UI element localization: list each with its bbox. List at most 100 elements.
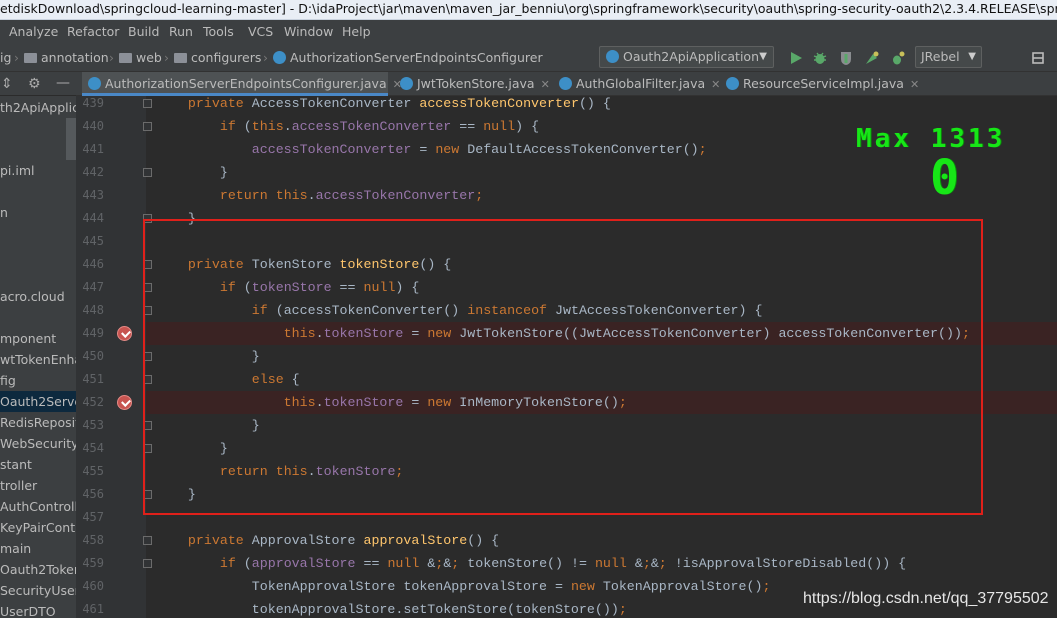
fold-marker-icon[interactable]	[143, 559, 152, 568]
fold-marker-icon[interactable]	[143, 260, 152, 269]
line-number[interactable]: 451	[78, 368, 104, 391]
tree-item[interactable]: WebSecurityC	[0, 433, 76, 454]
code-line[interactable]: private ApprovalStore approvalStore() {	[146, 529, 1057, 552]
menu-help[interactable]: Help	[342, 20, 371, 44]
menu-analyze[interactable]: Analyze	[9, 20, 58, 44]
breadcrumb-annotation[interactable]: annotation	[24, 44, 109, 72]
tree-item[interactable]: main	[0, 538, 76, 559]
tree-item[interactable]: pi.iml	[0, 160, 76, 181]
tree-item[interactable]: SecurityUser	[0, 580, 76, 601]
close-icon[interactable]: ✕	[711, 78, 720, 91]
line-number[interactable]: 456	[78, 483, 104, 506]
tree-item[interactable]: fig	[0, 370, 76, 391]
code-line[interactable]: else {	[146, 368, 1057, 391]
code-line[interactable]: private AccessTokenConverter accessToken…	[146, 92, 1057, 115]
fold-marker-icon[interactable]	[143, 490, 152, 499]
code-line[interactable]: }	[146, 414, 1057, 437]
fold-marker-icon[interactable]	[143, 214, 152, 223]
git-icon[interactable]	[1030, 50, 1046, 66]
tree-item[interactable]: AuthControlle	[0, 496, 76, 517]
line-number[interactable]: 447	[78, 276, 104, 299]
line-number[interactable]: 452	[78, 391, 104, 414]
code-line[interactable]: if (accessTokenConverter() instanceof Jw…	[146, 299, 1057, 322]
line-number[interactable]: 442	[78, 161, 104, 184]
close-icon[interactable]: ✕	[910, 78, 919, 91]
jrebel-select[interactable]: JRebel ▼	[915, 46, 982, 68]
run-icon[interactable]	[788, 50, 804, 66]
jrebel-run-icon[interactable]	[864, 50, 880, 66]
fold-marker-icon[interactable]	[143, 352, 152, 361]
line-number[interactable]: 458	[78, 529, 104, 552]
line-number[interactable]: 461	[78, 598, 104, 618]
jrebel-debug-icon[interactable]	[890, 50, 906, 66]
menu-window[interactable]: Window	[284, 20, 333, 44]
code-line[interactable]: if (tokenStore == null) {	[146, 276, 1057, 299]
menu-refactor[interactable]: Refactor	[67, 20, 119, 44]
code-line[interactable]: }	[146, 207, 1057, 230]
fold-marker-icon[interactable]	[143, 168, 152, 177]
breadcrumb-configurers[interactable]: configurers	[174, 44, 261, 72]
line-number[interactable]: 449	[78, 322, 104, 345]
code-line[interactable]: if (approvalStore == null &;&; tokenStor…	[146, 552, 1057, 575]
tree-item[interactable]: RedisReposito	[0, 412, 76, 433]
code-line[interactable]: }	[146, 161, 1057, 184]
line-number[interactable]: 440	[78, 115, 104, 138]
tree-item[interactable]: wtTokenEnha	[0, 349, 76, 370]
fold-marker-icon[interactable]	[143, 421, 152, 430]
tree-item[interactable]: mponent	[0, 328, 76, 349]
tree-item-selected[interactable]: Oauth2Server	[0, 391, 76, 412]
line-number[interactable]: 439	[78, 92, 104, 115]
code-line[interactable]: }	[146, 437, 1057, 460]
tree-item[interactable]: stant	[0, 454, 76, 475]
fold-marker-icon[interactable]	[143, 99, 152, 108]
code-line[interactable]	[146, 506, 1057, 529]
line-number[interactable]: 459	[78, 552, 104, 575]
fold-marker-icon[interactable]	[143, 375, 152, 384]
fold-marker-icon[interactable]	[143, 536, 152, 545]
tree-item[interactable]: UserDTO	[0, 601, 76, 618]
breadcrumb-web[interactable]: web	[119, 44, 162, 72]
fold-marker-icon[interactable]	[143, 122, 152, 131]
coverage-icon[interactable]	[838, 50, 854, 66]
code-line[interactable]: this.tokenStore = new InMemoryTokenStore…	[146, 391, 1057, 414]
line-number[interactable]: 443	[78, 184, 104, 207]
code-line[interactable]	[146, 230, 1057, 253]
line-number[interactable]: 446	[78, 253, 104, 276]
line-number[interactable]: 445	[78, 230, 104, 253]
fold-marker-icon[interactable]	[143, 283, 152, 292]
code-line[interactable]: this.tokenStore = new JwtTokenStore((Jwt…	[146, 322, 1057, 345]
code-line[interactable]: private TokenStore tokenStore() {	[146, 253, 1057, 276]
line-number[interactable]: 454	[78, 437, 104, 460]
collapse-arrows-icon[interactable]: ⇕	[1, 72, 13, 96]
tree-item[interactable]: Oauth2TokenE	[0, 559, 76, 580]
line-number[interactable]: 457	[78, 506, 104, 529]
menu-run[interactable]: Run	[169, 20, 193, 44]
breadcrumb-class[interactable]: AuthorizationServerEndpointsConfigurer	[273, 44, 543, 72]
line-number[interactable]: 460	[78, 575, 104, 598]
line-number[interactable]: 453	[78, 414, 104, 437]
breakpoint-icon[interactable]	[117, 326, 132, 341]
line-number[interactable]: 448	[78, 299, 104, 322]
menu-vcs[interactable]: VCS	[248, 20, 273, 44]
code-line[interactable]: }	[146, 345, 1057, 368]
tree-item[interactable]: n	[0, 202, 76, 223]
menu-tools[interactable]: Tools	[203, 20, 234, 44]
gear-icon[interactable]: ⚙	[28, 72, 41, 96]
code-line[interactable]: return this.accessTokenConverter;	[146, 184, 1057, 207]
fold-marker-icon[interactable]	[143, 306, 152, 315]
menu-build[interactable]: Build	[128, 20, 159, 44]
tree-item[interactable]: troller	[0, 475, 76, 496]
close-icon[interactable]: ✕	[541, 78, 550, 91]
breakpoint-icon[interactable]	[117, 395, 132, 410]
run-configuration-select[interactable]: Oauth2ApiApplication ▼	[599, 46, 774, 68]
tree-item[interactable]: acro.cloud	[0, 286, 76, 307]
line-number[interactable]: 450	[78, 345, 104, 368]
fold-marker-icon[interactable]	[143, 444, 152, 453]
hide-icon[interactable]: —	[56, 72, 70, 95]
tree-item[interactable]: KeyPairContro	[0, 517, 76, 538]
code-line[interactable]: return this.tokenStore;	[146, 460, 1057, 483]
debug-icon[interactable]	[812, 50, 828, 66]
code-line[interactable]: }	[146, 483, 1057, 506]
line-number[interactable]: 455	[78, 460, 104, 483]
line-number[interactable]: 444	[78, 207, 104, 230]
